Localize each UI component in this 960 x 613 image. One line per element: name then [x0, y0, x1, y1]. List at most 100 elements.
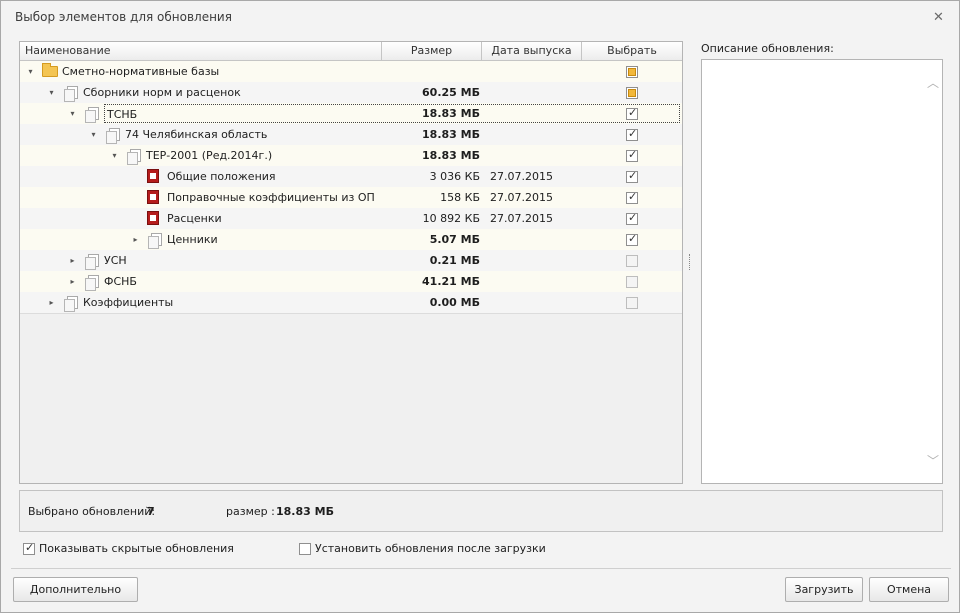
select-checkbox[interactable] [626, 127, 638, 141]
collapse-arrow-icon[interactable]: ▾ [47, 88, 56, 97]
collection-icon [85, 275, 99, 291]
select-checkbox[interactable] [626, 211, 638, 225]
size-cell: 0.00 МБ [429, 296, 480, 309]
title-bar[interactable]: Выбор элементов для обновления ✕ [1, 1, 959, 35]
collection-icon [85, 107, 99, 123]
date-cell: 27.07.2015 [490, 212, 553, 225]
column-header-select[interactable]: Выбрать [582, 42, 682, 61]
tree-node-label[interactable]: Коэффициенты [83, 292, 173, 313]
select-checkbox[interactable] [626, 87, 638, 99]
date-cell [490, 229, 590, 250]
select-checkbox[interactable] [626, 255, 638, 267]
select-checkbox[interactable] [626, 169, 638, 183]
description-box[interactable]: ︿ ﹀ [701, 59, 943, 484]
tree-row[interactable]: ▾ Сметно-нормативные базы [20, 61, 682, 82]
collapse-arrow-icon[interactable]: ▾ [26, 67, 35, 76]
scroll-down-icon[interactable]: ﹀ [927, 452, 939, 469]
collection-icon [127, 149, 141, 165]
selected-count-label: Выбрано обновлений: [28, 505, 156, 518]
date-cell [490, 103, 590, 124]
tree-row[interactable]: Общие положения 3 036 КБ 27.07.2015 [20, 166, 682, 187]
size-cell: 10 892 КБ [422, 212, 480, 225]
collapse-arrow-icon[interactable]: ▾ [68, 109, 77, 118]
select-checkbox[interactable] [626, 106, 638, 120]
grid-end-line [20, 313, 682, 314]
tree-row[interactable]: ▸ ФСНБ 41.21 МБ [20, 271, 682, 292]
document-icon [147, 169, 159, 183]
column-header-size[interactable]: Размер [382, 42, 482, 61]
size-cell: 158 КБ [440, 191, 480, 204]
tree-node-label[interactable]: ФСНБ [104, 271, 137, 292]
select-checkbox[interactable] [626, 232, 638, 246]
tree-row[interactable]: ▾ Сборники норм и расценок 60.25 МБ [20, 82, 682, 103]
collection-icon [64, 86, 78, 102]
show-hidden-checkbox[interactable] [23, 541, 35, 555]
size-cell: 18.83 МБ [422, 107, 480, 120]
size-cell: 5.07 МБ [429, 233, 480, 246]
tree-row[interactable]: ▸ УСН 0.21 МБ [20, 250, 682, 271]
scroll-up-icon[interactable]: ︿ [927, 74, 939, 91]
collection-icon [85, 254, 99, 270]
install-after-label[interactable]: Установить обновления после загрузки [315, 542, 546, 555]
collection-icon [64, 296, 78, 312]
size-value: 18.83 МБ [276, 505, 334, 518]
tree-row[interactable]: ▾ ТСНБ 18.83 МБ [20, 103, 682, 124]
footer-divider [11, 568, 951, 569]
tree-node-label[interactable]: 74 Челябинская область [125, 124, 267, 145]
folder-icon [42, 63, 58, 77]
date-cell [490, 61, 590, 82]
size-cell: 0.21 МБ [429, 254, 480, 267]
window-title: Выбор элементов для обновления [15, 10, 232, 24]
tree-row[interactable]: ▸ Ценники 5.07 МБ [20, 229, 682, 250]
size-cell: 60.25 МБ [422, 86, 480, 99]
column-header-name[interactable]: Наименование [20, 42, 382, 61]
size-cell: 41.21 МБ [422, 275, 480, 288]
grid-header: Наименование Размер Дата выпуска Выбрать [20, 42, 682, 61]
show-hidden-label[interactable]: Показывать скрытые обновления [39, 542, 234, 555]
tree-node-label[interactable]: ТЕР-2001 (Ред.2014г.) [146, 145, 272, 166]
install-after-checkbox[interactable] [299, 543, 311, 555]
expand-arrow-icon[interactable]: ▸ [68, 277, 77, 286]
tree-node-label[interactable]: Сборники норм и расценок [83, 82, 241, 103]
close-icon[interactable]: ✕ [933, 10, 944, 25]
tree-row[interactable]: ▾ 74 Челябинская область 18.83 МБ [20, 124, 682, 145]
select-checkbox[interactable] [626, 297, 638, 309]
date-cell [490, 250, 590, 271]
select-checkbox[interactable] [626, 190, 638, 204]
date-cell [490, 271, 590, 292]
collection-icon [148, 233, 162, 249]
select-checkbox[interactable] [626, 66, 638, 78]
selected-count-value: 7 [147, 505, 155, 518]
tree-row[interactable]: Расценки 10 892 КБ 27.07.2015 [20, 208, 682, 229]
date-cell: 27.07.2015 [490, 191, 553, 204]
tree-node-label[interactable]: Расценки [167, 208, 222, 229]
summary-panel: Выбрано обновлений: 7 размер : 18.83 МБ [19, 490, 943, 532]
select-checkbox[interactable] [626, 148, 638, 162]
advanced-button[interactable]: Дополнительно [13, 577, 138, 602]
date-cell: 27.07.2015 [490, 170, 553, 183]
collapse-arrow-icon[interactable]: ▾ [110, 151, 119, 160]
expand-arrow-icon[interactable]: ▸ [47, 298, 56, 307]
size-label: размер : [226, 505, 275, 518]
size-cell: 18.83 МБ [422, 128, 480, 141]
collapse-arrow-icon[interactable]: ▾ [89, 130, 98, 139]
panel-splitter[interactable] [689, 254, 693, 270]
tree-node-label[interactable]: Общие положения [167, 166, 276, 187]
expand-arrow-icon[interactable]: ▸ [68, 256, 77, 265]
tree-node-label[interactable]: УСН [104, 250, 127, 271]
column-header-date[interactable]: Дата выпуска [482, 42, 582, 61]
tree-node-label[interactable]: Поправочные коэффициенты из ОП [167, 187, 375, 208]
select-checkbox[interactable] [626, 276, 638, 288]
date-cell [490, 124, 590, 145]
size-cell: 18.83 МБ [422, 149, 480, 162]
tree-node-label[interactable]: Сметно-нормативные базы [62, 61, 219, 82]
date-cell [490, 292, 590, 313]
cancel-button[interactable]: Отмена [869, 577, 949, 602]
tree-row[interactable]: ▾ ТЕР-2001 (Ред.2014г.) 18.83 МБ [20, 145, 682, 166]
tree-row[interactable]: Поправочные коэффициенты из ОП 158 КБ 27.0… [20, 187, 682, 208]
tree-node-label[interactable]: Ценники [167, 229, 218, 250]
expand-arrow-icon[interactable]: ▸ [131, 235, 140, 244]
download-button[interactable]: Загрузить [785, 577, 863, 602]
tree-row[interactable]: ▸ Коэффициенты 0.00 МБ [20, 292, 682, 313]
date-cell [490, 145, 590, 166]
